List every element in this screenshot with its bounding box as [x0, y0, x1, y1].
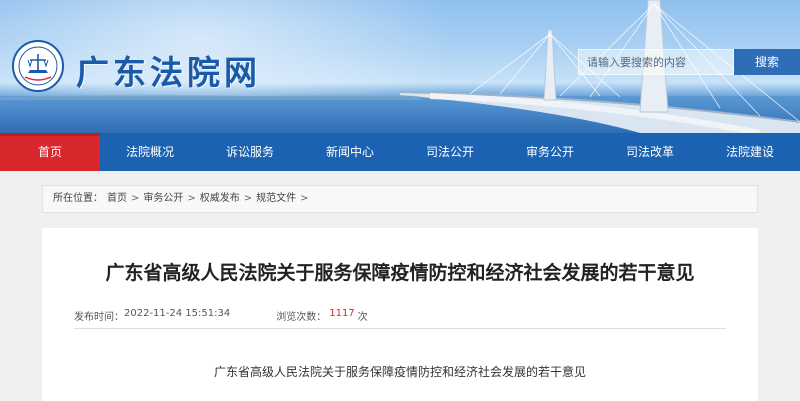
- breadcrumb-item-home[interactable]: 首页: [107, 186, 127, 212]
- article-subtitle: 广东省高级人民法院关于服务保障疫情防控和经济社会发展的若干意见: [213, 365, 586, 379]
- breadcrumb-separator: >: [131, 193, 140, 204]
- header-banner: 广东法院网 搜索: [0, 0, 800, 133]
- nav-item-home[interactable]: 首页: [0, 133, 100, 171]
- views-unit: 次: [357, 312, 368, 323]
- nav-item-court-construction[interactable]: 法院建设: [700, 133, 800, 171]
- court-emblem-icon: [12, 40, 64, 92]
- nav-item-judicial-reform[interactable]: 司法改革: [600, 133, 700, 171]
- nav-item-judicial-disclosure[interactable]: 司法公开: [400, 133, 500, 171]
- breadcrumb-item-normative-documents[interactable]: 规范文件: [256, 186, 296, 212]
- breadcrumb-item-authoritative-release[interactable]: 权威发布: [200, 186, 240, 212]
- search-input[interactable]: [579, 50, 733, 74]
- breadcrumb-item-trial-affairs[interactable]: 审务公开: [143, 186, 183, 212]
- breadcrumb-separator: >: [243, 193, 253, 204]
- publish-time: 2022-11-24 15:51:34: [124, 308, 231, 319]
- breadcrumb-separator: >: [187, 193, 196, 204]
- views-label: 浏览次数：: [276, 312, 327, 323]
- nav-item-trial-affairs[interactable]: 审务公开: [500, 133, 600, 171]
- views-count: 1117: [329, 308, 355, 319]
- nav-item-litigation-service[interactable]: 诉讼服务: [200, 133, 300, 171]
- breadcrumb-separator: >: [300, 193, 309, 204]
- publish-time-label: 发布时间：: [74, 312, 124, 323]
- article-title: 广东省高级人民法院关于服务保障疫情防控和经济社会发展的若干意见: [105, 262, 695, 284]
- nav-item-news-center[interactable]: 新闻中心: [300, 133, 400, 171]
- breadcrumb: 所在位置： 首页 > 审务公开 > 权威发布 > 规范文件 >: [42, 185, 758, 213]
- nav-item-court-overview[interactable]: 法院概况: [100, 133, 200, 171]
- breadcrumb-prefix: 所在位置：: [53, 193, 103, 204]
- article-panel: 广东省高级人民法院关于服务保障疫情防控和经济社会发展的若干意见 发布时间： 20…: [42, 228, 758, 401]
- search-box[interactable]: [578, 49, 734, 75]
- site-name[interactable]: 广东法院网: [76, 46, 261, 94]
- article-meta: 发布时间： 2022-11-24 15:51:34 浏览次数： 1117 次: [74, 308, 368, 323]
- main-nav: 首页 法院概况 诉讼服务 新闻中心 司法公开 审务公开 司法改革 法院建设: [0, 133, 800, 171]
- meta-divider: [74, 328, 726, 329]
- search-button[interactable]: 搜索: [734, 49, 800, 75]
